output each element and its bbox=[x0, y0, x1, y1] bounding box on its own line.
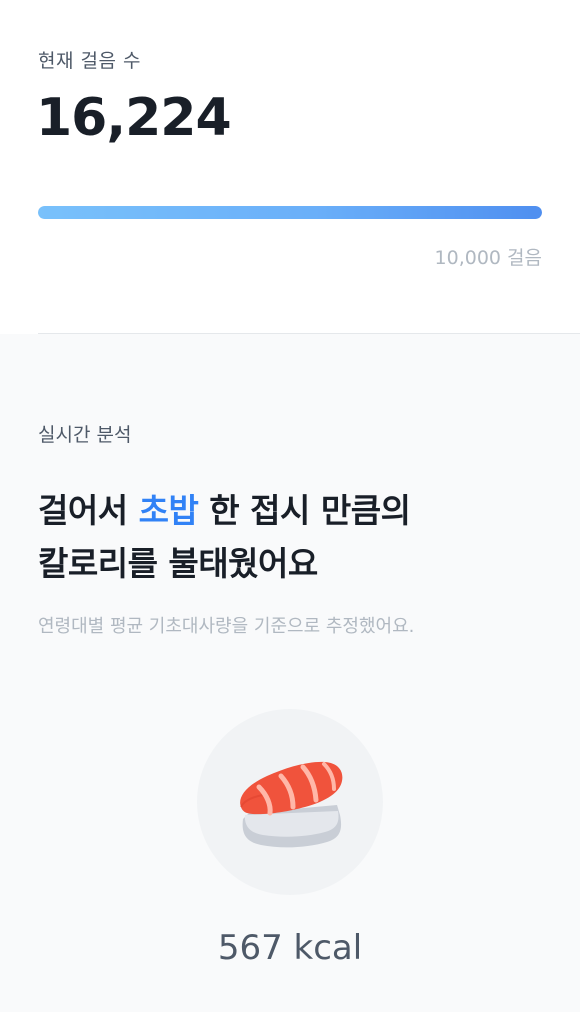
headline-food: 초밥 bbox=[138, 491, 199, 530]
food-illustration bbox=[197, 709, 383, 895]
headline-prefix: 걸어서 bbox=[38, 491, 139, 530]
sushi-icon bbox=[240, 761, 343, 848]
analysis-section: 실시간 분석 걸어서 초밥 한 접시 만큼의 칼로리를 불태웠어요 연령대별 평… bbox=[0, 334, 580, 1012]
steps-count: 16,224 bbox=[36, 88, 232, 148]
steps-section: 현재 걸음 수 16,224 10,000 걸음 bbox=[0, 0, 580, 334]
steps-progress-bar bbox=[38, 206, 542, 219]
steps-goal-label: 10,000 걸음 bbox=[434, 247, 542, 269]
steps-label: 현재 걸음 수 bbox=[38, 50, 141, 72]
analysis-subtext: 연령대별 평균 기초대사량을 기준으로 추정했어요. bbox=[38, 616, 415, 637]
analysis-label: 실시간 분석 bbox=[38, 424, 132, 446]
headline-suffix: 한 접시 만큼의 bbox=[198, 491, 411, 530]
calorie-value: 567 kcal bbox=[217, 928, 363, 968]
steps-progress-fill bbox=[38, 206, 542, 219]
headline-line2: 칼로리를 불태웠어요 bbox=[38, 544, 318, 583]
analysis-headline: 걸어서 초밥 한 접시 만큼의 칼로리를 불태웠어요 bbox=[38, 484, 411, 590]
